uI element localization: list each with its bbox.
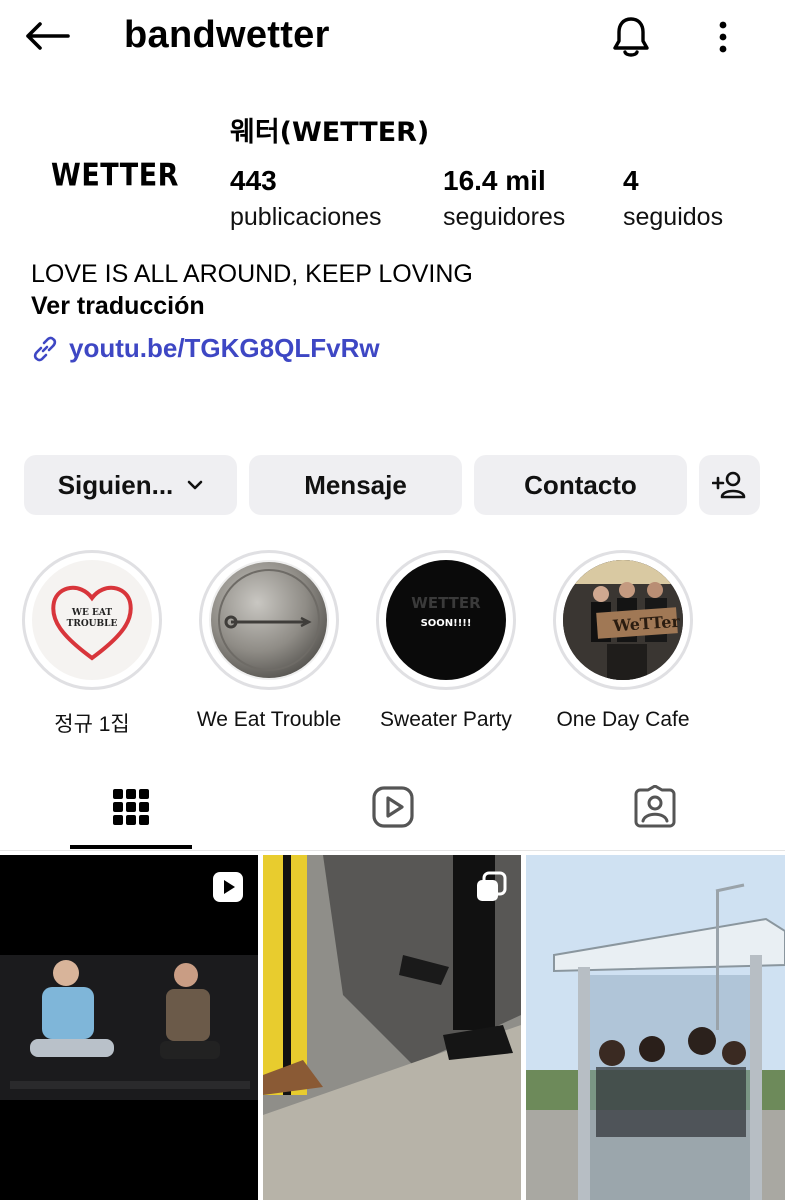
highlight-cover: WE EAT TROUBLE — [32, 560, 152, 680]
posts-count[interactable]: 443 publicaciones — [230, 165, 382, 232]
highlight-item[interactable]: WETTER SOON!!!! Sweater Party — [376, 550, 516, 732]
tab-reels[interactable] — [268, 765, 518, 849]
suggested-users-button[interactable] — [699, 455, 760, 515]
followers-count[interactable]: 16.4 mil seguidores — [443, 165, 565, 232]
back-button[interactable] — [22, 14, 72, 58]
post-image — [526, 855, 785, 1200]
following-count-value: 4 — [623, 165, 639, 196]
highlight-cover-text: WE EAT TROUBLE — [66, 608, 118, 629]
avatar-logo-text: WETTER — [51, 157, 179, 193]
active-tab-indicator — [70, 845, 192, 849]
tab-posts[interactable] — [6, 765, 256, 849]
highlight-label: Sweater Party — [380, 708, 512, 731]
link-icon — [31, 334, 61, 364]
bio-link-text: youtu.be/TGKG8QLFvRw — [69, 333, 380, 363]
top-bar: bandwetter — [0, 0, 785, 80]
following-button-label: Siguien... — [57, 469, 174, 500]
profile-tab-bar — [0, 765, 785, 851]
more-options-button[interactable] — [700, 12, 746, 62]
highlight-ring — [199, 550, 339, 690]
pin-badge-icon — [211, 562, 327, 678]
post-thumbnail[interactable] — [263, 855, 521, 1200]
more-vertical-icon — [719, 21, 727, 53]
highlight-label: 정규 1집 — [54, 713, 130, 736]
highlight-cover — [209, 560, 329, 680]
highlight-item[interactable]: We Eat Trouble — [197, 550, 341, 732]
bio-text: LOVE IS ALL AROUND, KEEP LOVING — [31, 260, 473, 288]
carousel-icon — [477, 871, 507, 901]
notifications-button[interactable] — [606, 12, 656, 62]
add-user-icon — [711, 471, 745, 499]
following-dropdown-button[interactable]: Siguien... — [24, 455, 237, 515]
reel-play-icon — [213, 872, 243, 902]
followers-count-value: 16.4 mil — [443, 165, 546, 196]
posts-count-value: 443 — [230, 165, 277, 196]
followers-count-label: seguidores — [443, 203, 566, 231]
highlight-cover-title: WETTER — [411, 594, 481, 612]
following-count[interactable]: 4 seguidos — [623, 165, 723, 232]
post-thumbnail[interactable] — [526, 855, 785, 1200]
highlight-cover-subtitle: SOON!!!! — [420, 618, 472, 629]
highlight-item[interactable]: WeTTer One Day Cafe — [553, 550, 693, 732]
highlight-ring: WeTTer — [553, 550, 693, 690]
highlight-item[interactable]: WE EAT TROUBLE 정규 1집 — [22, 550, 162, 738]
bio-external-link[interactable]: youtu.be/TGKG8QLFvRw — [31, 333, 380, 364]
post-image — [263, 855, 521, 1200]
post-thumbnail[interactable] — [0, 855, 258, 1200]
profile-avatar[interactable]: WETTER — [38, 98, 192, 252]
post-image — [0, 855, 258, 1200]
posts-count-label: publicaciones — [230, 203, 382, 231]
reels-icon — [372, 786, 414, 828]
grid-icon — [113, 789, 149, 825]
see-translation-link[interactable]: Ver traducción — [31, 292, 205, 321]
highlight-label: One Day Cafe — [556, 708, 690, 731]
bell-icon — [613, 17, 649, 57]
tab-tagged[interactable] — [530, 765, 780, 849]
contact-button[interactable]: Contacto — [474, 455, 687, 515]
profile-username: bandwetter — [124, 14, 330, 56]
highlight-ring: WETTER SOON!!!! — [376, 550, 516, 690]
tagged-person-icon — [634, 785, 676, 828]
following-count-label: seguidos — [623, 203, 724, 231]
chevron-down-icon — [187, 480, 203, 490]
arrow-left-icon — [26, 22, 70, 50]
display-name: 웨터(WETTER) — [230, 117, 430, 148]
highlight-cover: WeTTer — [563, 560, 683, 680]
highlight-cover: WETTER SOON!!!! — [386, 560, 506, 680]
message-button[interactable]: Mensaje — [249, 455, 462, 515]
highlight-ring: WE EAT TROUBLE — [22, 550, 162, 690]
highlight-label: We Eat Trouble — [196, 708, 342, 731]
